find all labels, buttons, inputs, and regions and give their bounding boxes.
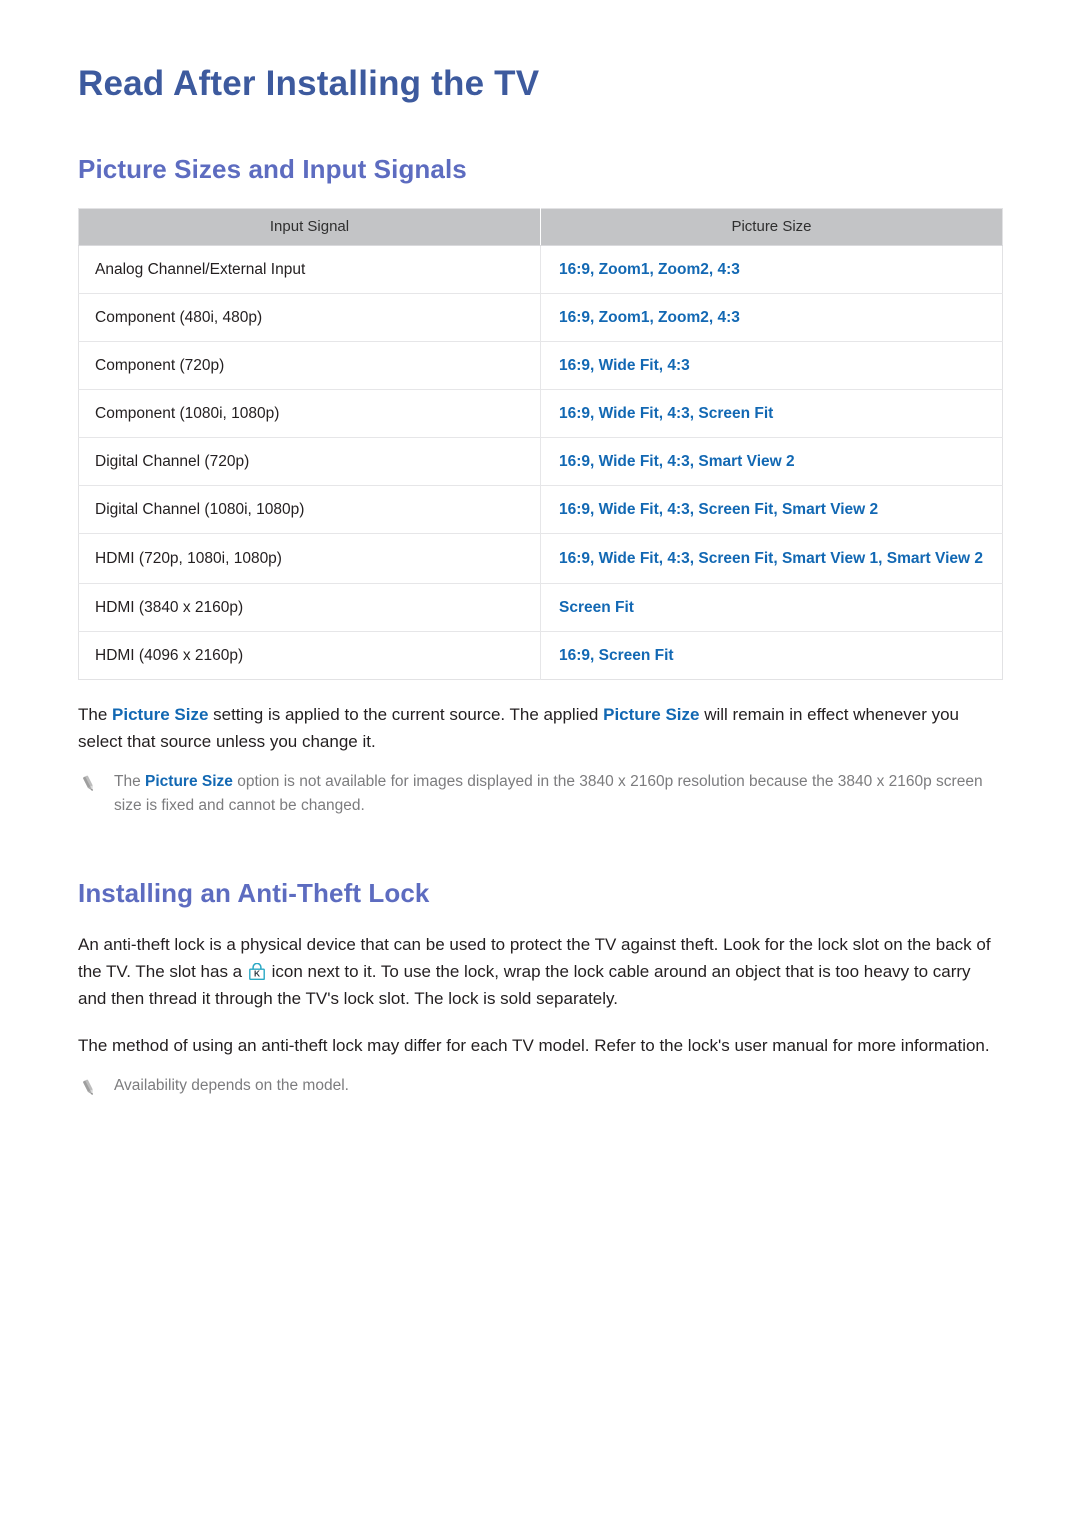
cell-input-signal: HDMI (720p, 1080i, 1080p) xyxy=(78,533,541,584)
cell-input-signal: Component (1080i, 1080p) xyxy=(78,389,541,438)
column-header-input-signal: Input Signal xyxy=(78,208,541,246)
cell-input-signal: HDMI (3840 x 2160p) xyxy=(78,583,541,632)
table-row: Digital Channel (1080i, 1080p) 16:9, Wid… xyxy=(78,485,1003,534)
cell-input-signal: Component (480i, 480p) xyxy=(78,293,541,342)
anti-theft-paragraph-2: The method of using an anti-theft lock m… xyxy=(78,1036,990,1055)
pencil-icon xyxy=(78,773,100,795)
cell-picture-size: 16:9, Zoom1, Zoom2, 4:3 xyxy=(540,293,1003,342)
cell-picture-size: Screen Fit xyxy=(540,583,1003,632)
page-title: Read After Installing the TV xyxy=(78,64,540,103)
picture-size-paragraph: The Picture Size setting is applied to t… xyxy=(78,680,1002,755)
table-row: HDMI (3840 x 2160p) Screen Fit xyxy=(78,583,1003,632)
table-row: Component (480i, 480p) 16:9, Zoom1, Zoom… xyxy=(78,293,1003,342)
document-page: Read After Installing the TV Picture Siz… xyxy=(0,0,1080,1527)
note-availability: Availability depends on the model. xyxy=(78,1059,1002,1099)
note-text-part: The xyxy=(114,773,146,790)
inline-term-picture-size: Picture Size xyxy=(145,773,233,790)
section-heading-anti-theft-lock: Installing an Anti-Theft Lock xyxy=(78,878,430,908)
note-text-part: option is not available for images displ… xyxy=(114,773,983,814)
pencil-icon xyxy=(78,1077,100,1099)
table-row: Analog Channel/External Input 16:9, Zoom… xyxy=(78,245,1003,294)
paragraph-text-part: setting is applied to the current source… xyxy=(208,705,604,724)
cell-input-signal: Analog Channel/External Input xyxy=(78,245,541,294)
section-heading-picture-sizes: Picture Sizes and Input Signals xyxy=(78,154,467,184)
table-row: HDMI (4096 x 2160p) 16:9, Screen Fit xyxy=(78,631,1003,680)
cell-picture-size: 16:9, Wide Fit, 4:3 xyxy=(540,341,1003,390)
svg-text:K: K xyxy=(254,969,260,979)
cell-input-signal: Digital Channel (1080i, 1080p) xyxy=(78,485,541,534)
note-text: The Picture Size option is not available… xyxy=(114,770,1002,818)
cell-picture-size: 16:9, Wide Fit, 4:3, Screen Fit, Smart V… xyxy=(540,533,1003,584)
cell-input-signal: Component (720p) xyxy=(78,341,541,390)
table-row: HDMI (720p, 1080i, 1080p) 16:9, Wide Fit… xyxy=(78,533,1003,584)
cell-picture-size: 16:9, Wide Fit, 4:3, Smart View 2 xyxy=(540,437,1003,486)
cell-input-signal: HDMI (4096 x 2160p) xyxy=(78,631,541,680)
inline-term-picture-size: Picture Size xyxy=(112,705,209,724)
cell-picture-size: 16:9, Screen Fit xyxy=(540,631,1003,680)
note-text: Availability depends on the model. xyxy=(114,1077,349,1094)
cell-picture-size: 16:9, Wide Fit, 4:3, Screen Fit xyxy=(540,389,1003,438)
column-header-picture-size: Picture Size xyxy=(540,208,1003,246)
table-row: Component (720p) 16:9, Wide Fit, 4:3 xyxy=(78,341,1003,390)
kensington-lock-icon: K xyxy=(248,961,265,981)
cell-picture-size: 16:9, Wide Fit, 4:3, Screen Fit, Smart V… xyxy=(540,485,1003,534)
inline-term-picture-size: Picture Size xyxy=(603,705,700,724)
cell-input-signal: Digital Channel (720p) xyxy=(78,437,541,486)
note-picture-size-4k: The Picture Size option is not available… xyxy=(78,755,1002,818)
picture-size-table: Input Signal Picture Size Analog Channel… xyxy=(78,208,1003,680)
cell-picture-size: 16:9, Zoom1, Zoom2, 4:3 xyxy=(540,245,1003,294)
table-row: Component (1080i, 1080p) 16:9, Wide Fit,… xyxy=(78,389,1003,438)
table-row: Digital Channel (720p) 16:9, Wide Fit, 4… xyxy=(78,437,1003,486)
anti-theft-paragraph-1: An anti-theft lock is a physical device … xyxy=(78,910,1002,1012)
table-header-row: Input Signal Picture Size xyxy=(78,208,1003,246)
paragraph-text-part: The xyxy=(78,705,113,724)
